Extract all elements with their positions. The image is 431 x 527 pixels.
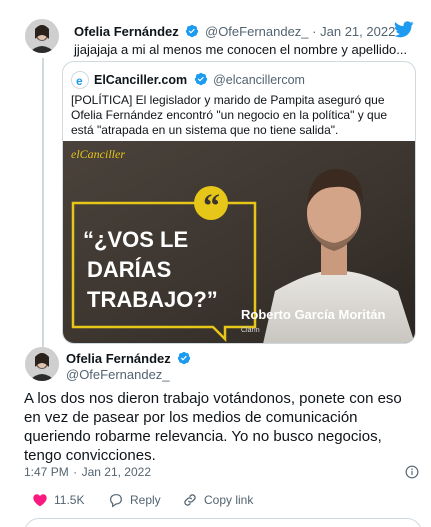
author-name[interactable]: Ofelia Fernández [66, 351, 171, 366]
heart-icon [33, 494, 47, 507]
tweet-date[interactable]: Jan 21, 2022 [320, 24, 395, 39]
image-brand: elCanciller [71, 147, 125, 161]
main-tweet-text: A los dos nos dieron trabajo votándonos,… [24, 390, 402, 464]
quoted-author-name[interactable]: ElCanciller.com [94, 73, 187, 87]
author-handle[interactable]: @OfeFernandez_ [66, 367, 170, 383]
verified-badge-icon [178, 351, 191, 365]
reply-icon [110, 494, 122, 508]
read-replies-button[interactable]: Read 827 replies [24, 518, 422, 527]
tweet-date[interactable]: Jan 21, 2022 [82, 465, 151, 479]
verified-badge-icon [186, 24, 199, 38]
header-separator: · [312, 24, 317, 39]
avatar-image [25, 347, 59, 381]
quoted-avatar[interactable]: e [71, 71, 89, 89]
link-icon [184, 494, 196, 506]
image-person-name: Roberto García Moritán [241, 307, 386, 322]
author-name[interactable]: Ofelia Fernández [74, 24, 179, 39]
quote-mark-glyph: “ [203, 188, 220, 225]
image-quote-line-2: DARÍAS [87, 257, 171, 282]
copy-link-button[interactable]: Copy link [182, 490, 253, 510]
quoted-author-handle[interactable]: @elcancillercom [213, 73, 305, 87]
quoted-tweet-text: [POLÍTICA] El legislador y marido de Pam… [71, 93, 388, 137]
tweet-meta-row: 1:47 PM · Jan 21, 2022 [24, 463, 422, 481]
quoted-avatar-letter: e [76, 74, 83, 88]
quoted-tweet-header: ElCanciller.com @elcancillercom [94, 72, 305, 88]
image-quote-line-1: “¿VOS LE [83, 227, 188, 252]
info-icon[interactable] [405, 465, 419, 479]
quoted-tweet-card[interactable]: e ElCanciller.com @elcancillercom [POLÍT… [62, 61, 416, 344]
thread-connector-line [42, 58, 44, 348]
avatar[interactable] [25, 347, 59, 381]
like-button[interactable]: 11.5K [32, 490, 84, 510]
image-source: Clarín [241, 327, 260, 334]
tweet-embed: Ofelia Fernández @OfeFernandez_ · Jan 21… [12, 8, 425, 527]
tweet-time[interactable]: 1:47 PM [24, 465, 69, 479]
twitter-bird-icon[interactable] [394, 21, 414, 38]
avatar-image [25, 19, 59, 53]
verified-badge-icon [194, 72, 207, 86]
avatar[interactable] [25, 19, 59, 53]
meta-separator: · [73, 465, 78, 479]
reply-tweet-header: Ofelia Fernández @OfeFernandez_ · Jan 21… [74, 24, 395, 40]
reply-button[interactable]: Reply [108, 490, 161, 510]
image-quote-line-3: TRABAJO?” [87, 287, 218, 312]
reply-tweet-text: jjajajaja a mi al menos me conocen el no… [74, 42, 408, 57]
reply-label: Reply [130, 493, 161, 507]
author-handle[interactable]: @OfeFernandez_ [205, 24, 309, 39]
tweet-actions: 11.5K Reply Copy link [24, 490, 422, 510]
like-count: 11.5K [54, 493, 85, 507]
main-author-name-row: Ofelia Fernández [66, 351, 193, 367]
quoted-tweet-image[interactable]: “ elCanciller “¿VOS LE DARÍAS TRABAJO?” … [63, 141, 415, 344]
copy-link-label: Copy link [204, 493, 254, 507]
